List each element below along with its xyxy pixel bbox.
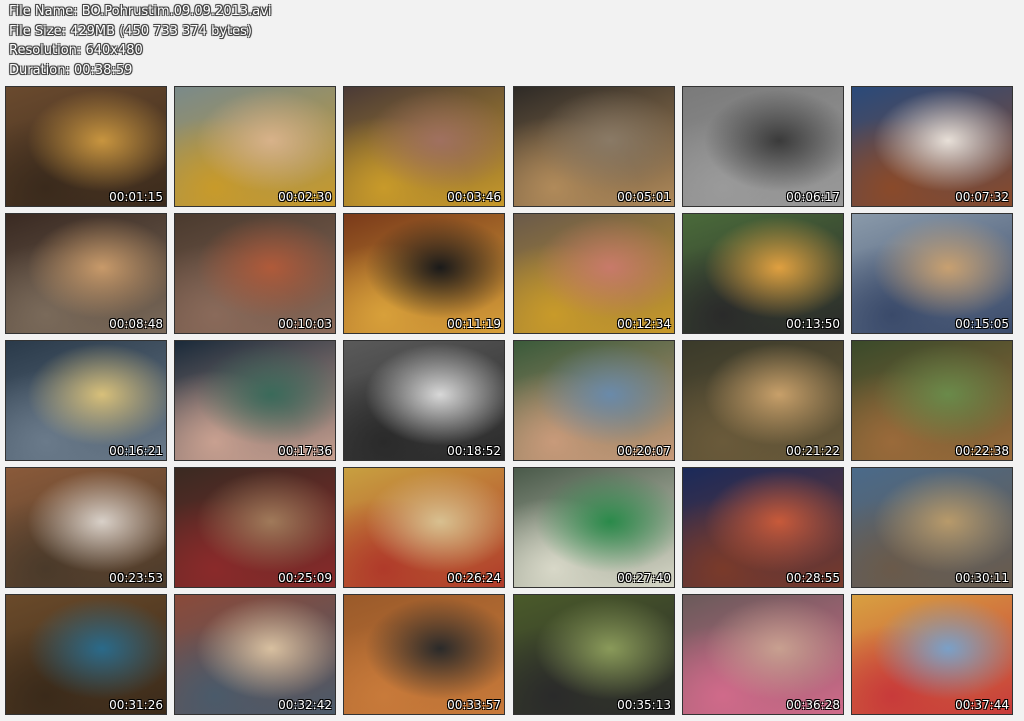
thumbnail-frame-image: [683, 595, 843, 714]
video-thumbnail[interactable]: 00:02:30: [174, 86, 336, 207]
thumbnail-frame-image: [852, 595, 1012, 714]
video-thumbnail[interactable]: 00:32:42: [174, 594, 336, 715]
thumbnail-timestamp: 00:27:40: [617, 571, 671, 585]
thumbnail-frame-image: [344, 468, 504, 587]
resolution-line: Resolution: 640x480: [9, 43, 143, 58]
thumbnail-timestamp: 00:05:01: [617, 190, 671, 204]
video-thumbnail[interactable]: 00:30:11: [851, 467, 1013, 588]
thumbnail-frame-image: [683, 341, 843, 460]
thumbnail-timestamp: 00:06:17: [786, 190, 840, 204]
video-thumbnail[interactable]: 00:35:13: [513, 594, 675, 715]
thumbnail-timestamp: 00:30:11: [955, 571, 1009, 585]
thumbnail-timestamp: 00:03:46: [447, 190, 501, 204]
thumbnail-frame-image: [852, 341, 1012, 460]
video-thumbnail[interactable]: 00:22:38: [851, 340, 1013, 461]
video-thumbnail[interactable]: 00:17:36: [174, 340, 336, 461]
video-thumbnail[interactable]: 00:12:34: [513, 213, 675, 334]
video-thumbnail[interactable]: 00:13:50: [682, 213, 844, 334]
video-thumbnail[interactable]: 00:15:05: [851, 213, 1013, 334]
thumbnail-frame-image: [344, 87, 504, 206]
thumbnail-timestamp: 00:08:48: [109, 317, 163, 331]
thumbnail-timestamp: 00:07:32: [955, 190, 1009, 204]
thumbnail-frame-image: [683, 87, 843, 206]
thumbnail-timestamp: 00:22:38: [955, 444, 1009, 458]
video-thumbnail[interactable]: 00:10:03: [174, 213, 336, 334]
thumbnail-timestamp: 00:31:26: [109, 698, 163, 712]
video-thumbnail[interactable]: 00:23:53: [5, 467, 167, 588]
file-size-line: File Size: 429MB (450 733 374 bytes): [9, 23, 252, 39]
video-thumbnail[interactable]: 00:06:17: [682, 86, 844, 207]
thumbnail-frame-image: [514, 214, 674, 333]
thumbnail-frame-image: [175, 341, 335, 460]
thumbnail-frame-image: [175, 468, 335, 587]
thumbnail-frame-image: [514, 595, 674, 714]
video-thumbnail[interactable]: 00:08:48: [5, 213, 167, 334]
duration-line: Duration: 00:38:59: [9, 62, 133, 78]
video-thumbnail[interactable]: 00:27:40: [513, 467, 675, 588]
thumbnail-frame-image: [175, 595, 335, 714]
thumbnail-frame-image: [852, 468, 1012, 587]
thumbnail-timestamp: 00:01:15: [109, 190, 163, 204]
thumbnail-timestamp: 00:37:44: [955, 698, 1009, 712]
thumbnail-timestamp: 00:32:42: [278, 698, 332, 712]
video-thumbnail[interactable]: 00:16:21: [5, 340, 167, 461]
video-thumbnail[interactable]: 00:07:32: [851, 86, 1013, 207]
thumbnail-frame-image: [852, 87, 1012, 206]
thumbnail-frame-image: [175, 87, 335, 206]
thumbnail-frame-image: [514, 87, 674, 206]
thumbnail-timestamp: 00:16:21: [109, 444, 163, 458]
thumbnail-timestamp: 00:21:22: [786, 444, 840, 458]
thumbnail-frame-image: [344, 214, 504, 333]
thumbnail-timestamp: 00:28:55: [786, 571, 840, 585]
thumbnail-timestamp: 00:10:03: [278, 317, 332, 331]
video-thumbnail[interactable]: 00:31:26: [5, 594, 167, 715]
thumbnail-timestamp: 00:18:52: [447, 444, 501, 458]
video-thumbnail[interactable]: 00:25:09: [174, 467, 336, 588]
video-thumbnail[interactable]: 00:36:28: [682, 594, 844, 715]
video-thumbnail[interactable]: 00:05:01: [513, 86, 675, 207]
thumbnail-frame-image: [852, 214, 1012, 333]
video-thumbnail[interactable]: 00:20:07: [513, 340, 675, 461]
video-thumbnail[interactable]: 00:11:19: [343, 213, 505, 334]
thumbnail-frame-image: [344, 595, 504, 714]
video-thumbnail[interactable]: 00:28:55: [682, 467, 844, 588]
thumbnail-frame-image: [175, 214, 335, 333]
video-thumbnail[interactable]: 00:33:57: [343, 594, 505, 715]
video-thumbnail[interactable]: 00:37:44: [851, 594, 1013, 715]
thumbnail-timestamp: 00:02:30: [278, 190, 332, 204]
thumbnail-timestamp: 00:12:34: [617, 317, 671, 331]
video-thumbnail[interactable]: 00:18:52: [343, 340, 505, 461]
thumbnail-frame-image: [683, 214, 843, 333]
video-thumbnail[interactable]: 00:21:22: [682, 340, 844, 461]
thumbnail-timestamp: 00:23:53: [109, 571, 163, 585]
thumbnail-timestamp: 00:36:28: [786, 698, 840, 712]
thumbnail-frame-image: [6, 87, 166, 206]
video-thumbnail[interactable]: 00:01:15: [5, 86, 167, 207]
thumbnail-timestamp: 00:33:57: [447, 698, 501, 712]
file-name-line: File Name: BO.Pohrustim.09.09.2013.avi: [9, 4, 272, 19]
thumbnail-timestamp: 00:26:24: [447, 571, 501, 585]
thumbnail-grid: 00:01:15 00:02:30 00:03:46 00:05:01 00:06:17…: [5, 86, 1019, 716]
video-thumbnail[interactable]: 00:26:24: [343, 467, 505, 588]
file-info-header: File Name: BO.Pohrustim.09.09.2013.avi F…: [9, 2, 272, 80]
thumbnail-frame-image: [6, 595, 166, 714]
thumbnail-frame-image: [514, 341, 674, 460]
thumbnail-frame-image: [514, 468, 674, 587]
thumbnail-timestamp: 00:11:19: [447, 317, 501, 331]
thumbnail-timestamp: 00:35:13: [617, 698, 671, 712]
thumbnail-timestamp: 00:25:09: [278, 571, 332, 585]
thumbnail-timestamp: 00:17:36: [278, 444, 332, 458]
thumbnail-frame-image: [683, 468, 843, 587]
thumbnail-frame-image: [6, 214, 166, 333]
thumbnail-frame-image: [344, 341, 504, 460]
thumbnail-frame-image: [6, 341, 166, 460]
thumbnail-frame-image: [6, 468, 166, 587]
thumbnail-timestamp: 00:20:07: [617, 444, 671, 458]
thumbnail-timestamp: 00:15:05: [955, 317, 1009, 331]
thumbnail-timestamp: 00:13:50: [786, 317, 840, 331]
video-thumbnail[interactable]: 00:03:46: [343, 86, 505, 207]
